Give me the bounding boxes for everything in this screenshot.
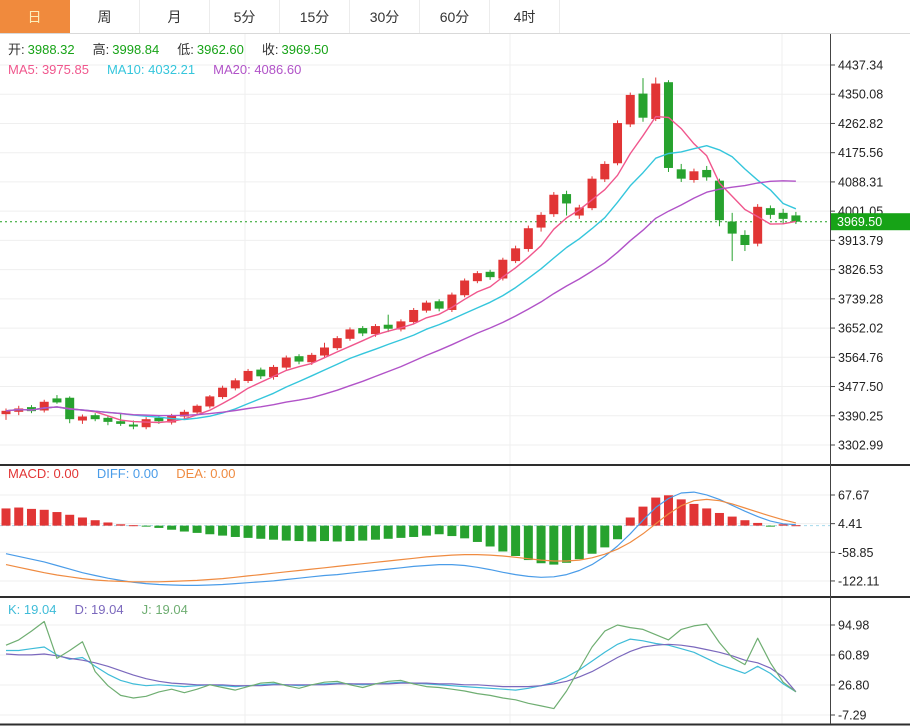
- kline-chart-canvas[interactable]: 4437.344350.084262.824175.564088.314001.…: [0, 34, 910, 726]
- price-tick-label: 4437.34: [838, 59, 883, 73]
- price-axis: 4437.344350.084262.824175.564088.314001.…: [830, 34, 883, 724]
- kdj-tick-label: 94.98: [838, 619, 869, 633]
- macd-tick-label: -58.85: [838, 546, 873, 560]
- tab-30min[interactable]: 30分: [350, 0, 420, 33]
- price-tick-label: 3652.02: [838, 322, 883, 336]
- gridlines: [0, 34, 830, 724]
- macd-tick-label: -122.11: [838, 574, 880, 588]
- tab-5min[interactable]: 5分: [210, 0, 280, 33]
- tab-month[interactable]: 月: [140, 0, 210, 33]
- current-price-tag: 3969.50: [831, 213, 910, 230]
- price-tick-label: 4088.31: [838, 175, 883, 189]
- timeframe-tabbar: 日周月5分15分30分60分4时: [0, 0, 910, 34]
- kdj-tick-label: 60.89: [838, 649, 869, 663]
- price-tick-label: 4262.82: [838, 117, 883, 131]
- tab-4h[interactable]: 4时: [490, 0, 560, 33]
- price-tick-label: 4175.56: [838, 146, 883, 160]
- macd-tick-label: 4.41: [838, 517, 862, 531]
- macd-tick-label: 67.67: [838, 489, 869, 503]
- kdj-tick-label: 26.80: [838, 679, 869, 693]
- price-tick-label: 3302.99: [838, 438, 883, 452]
- price-tick-label: 3826.53: [838, 263, 883, 277]
- price-tick-label: 3913.79: [838, 234, 883, 248]
- kdj-tick-label: -7.29: [838, 709, 867, 723]
- price-tick-label: 3477.50: [838, 380, 883, 394]
- kdj-lines: [6, 622, 796, 709]
- chart-area: 4437.344350.084262.824175.564088.314001.…: [0, 34, 910, 726]
- price-tick-label: 3564.76: [838, 351, 883, 365]
- tab-15min[interactable]: 15分: [280, 0, 350, 33]
- price-tick-label: 3739.28: [838, 292, 883, 306]
- price-tick-label: 3390.25: [838, 409, 883, 423]
- tab-week[interactable]: 周: [70, 0, 140, 33]
- tab-day[interactable]: 日: [0, 0, 70, 33]
- current-price-tag-text: 3969.50: [837, 215, 882, 229]
- candlestick-series: [2, 78, 801, 430]
- tab-60min[interactable]: 60分: [420, 0, 490, 33]
- price-tick-label: 4350.08: [838, 88, 883, 102]
